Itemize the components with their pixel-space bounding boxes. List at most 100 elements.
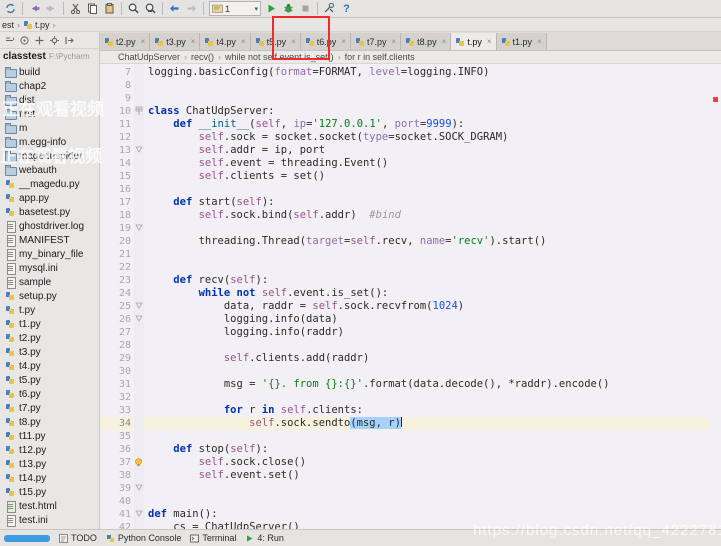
tree-item-t4-py[interactable]: t4.py (0, 359, 99, 373)
code-line[interactable]: def __init__(self, ip='127.0.0.1', port=… (144, 118, 710, 131)
close-icon[interactable]: × (487, 37, 492, 46)
code-line[interactable] (144, 495, 710, 508)
code-line[interactable]: msg = '{}. from {}:{}'.format(data.decod… (144, 378, 710, 391)
tree-item-t5-py[interactable]: t5.py (0, 373, 99, 387)
status-item-4-run[interactable]: 4: Run (245, 533, 284, 543)
editor-tab-t6-py[interactable]: t6.py × (300, 33, 351, 50)
gear-icon[interactable] (48, 34, 61, 47)
code-line[interactable] (144, 92, 710, 105)
tree-item-chap2[interactable]: chap2 (0, 79, 99, 93)
collapse-icon[interactable] (3, 34, 16, 47)
project-tree[interactable]: build chap2 dist first m m.egg-info mageduspid… (0, 64, 99, 529)
run-configuration-selector[interactable]: 1 ▾ (209, 1, 261, 16)
editor-tab-t2-py[interactable]: t2.py × (100, 33, 151, 50)
code-line[interactable] (144, 482, 710, 495)
tree-item-app-py[interactable]: app.py (0, 191, 99, 205)
editor-tab-t4-py[interactable]: t4.py × (200, 33, 251, 50)
tree-item-test-ini[interactable]: test.ini (0, 513, 99, 527)
tree-item-webauth[interactable]: webauth (0, 163, 99, 177)
close-icon[interactable]: × (291, 37, 296, 46)
code-line[interactable]: def recv(self): (144, 274, 710, 287)
breadcrumb-project[interactable]: est (2, 20, 14, 30)
tree-item-t3-py[interactable]: t3.py (0, 345, 99, 359)
copy-icon[interactable] (84, 1, 101, 17)
code-line[interactable]: self.addr = ip, port (144, 144, 710, 157)
code-line[interactable]: data, raddr = self.sock.recvfrom(1024) (144, 300, 710, 313)
status-item-python-console[interactable]: Python Console (106, 533, 181, 543)
context-crumb[interactable]: while not self.event.is_set() (225, 52, 334, 62)
tree-item-t11-py[interactable]: t11.py (0, 429, 99, 443)
code-line[interactable] (144, 248, 710, 261)
tree-item-m-egg-info[interactable]: m.egg-info (0, 135, 99, 149)
redo-icon[interactable] (43, 1, 60, 17)
code-line[interactable]: self.sock.sendto(msg, r) (144, 417, 710, 430)
code-line[interactable] (144, 430, 710, 443)
code-line[interactable]: cs = ChatUdpServer() (144, 521, 710, 529)
editor-tab-t7-py[interactable]: t7.py × (350, 33, 402, 50)
fold-marker-def[interactable] (135, 482, 143, 495)
code-line[interactable]: self.sock = socket.socket(type=socket.SO… (144, 131, 710, 144)
close-icon[interactable]: × (241, 37, 246, 46)
code-line[interactable]: logging.basicConfig(format=FORMAT, level… (144, 66, 710, 79)
code-line[interactable]: logging.info(raddr) (144, 326, 710, 339)
close-icon[interactable]: × (391, 37, 396, 46)
tree-item-t15-py[interactable]: t15.py (0, 485, 99, 499)
code-line[interactable] (144, 391, 710, 404)
code-editor[interactable]: 7 8 9 10 11 12 13 14 15 16 17 18 19 20 21 22 23 24 25 26 27 2… (100, 64, 721, 529)
tree-item-m[interactable]: m (0, 121, 99, 135)
search-replace-icon[interactable] (142, 1, 159, 17)
sync-icon[interactable] (2, 1, 19, 17)
code-line[interactable]: self.sock.close() (144, 456, 710, 469)
tree-item-sample[interactable]: sample (0, 275, 99, 289)
code-line[interactable]: while not self.event.is_set(): (144, 287, 710, 300)
code-line[interactable] (144, 183, 710, 196)
status-item-terminal[interactable]: Terminal (190, 533, 236, 543)
fold-marker-class[interactable] (135, 105, 143, 118)
tree-item-t8-py[interactable]: t8.py (0, 415, 99, 429)
close-icon[interactable]: × (141, 37, 146, 46)
stop-button[interactable] (297, 1, 314, 17)
context-crumb[interactable]: for r in self.clients (345, 52, 415, 62)
code-line[interactable]: self.event.set() (144, 469, 710, 482)
code-line[interactable] (144, 79, 710, 92)
code-line[interactable]: self.event = threading.Event() (144, 157, 710, 170)
code-line[interactable]: class ChatUdpServer: (144, 105, 710, 118)
editor-tab-t1-py[interactable]: t1.py × (496, 33, 547, 50)
tree-item-t12-py[interactable]: t12.py (0, 443, 99, 457)
fold-marker-def[interactable] (135, 300, 143, 313)
undo-icon[interactable] (26, 1, 43, 17)
close-icon[interactable]: × (191, 37, 196, 46)
code-line[interactable]: threading.Thread(target=self.recv, name=… (144, 235, 710, 248)
tree-item--magedu-py[interactable]: __magedu.py (0, 177, 99, 191)
status-item-todo[interactable]: TODO (59, 533, 97, 543)
editor-marker-strip[interactable] (710, 64, 721, 529)
debug-button[interactable] (280, 1, 297, 17)
tree-item-first[interactable]: first (0, 107, 99, 121)
code-line[interactable] (144, 222, 710, 235)
tree-item-t7-py[interactable]: t7.py (0, 401, 99, 415)
back-icon[interactable] (166, 1, 183, 17)
tree-item-t13-py[interactable]: t13.py (0, 457, 99, 471)
fold-marker-def[interactable] (135, 144, 143, 157)
help-button[interactable]: ? (338, 1, 355, 17)
chevron-down-icon[interactable]: ▾ (250, 5, 258, 13)
tree-item-t2-py[interactable]: t2.py (0, 331, 99, 345)
close-icon[interactable]: × (537, 37, 542, 46)
code-text[interactable]: logging.basicConfig(format=FORMAT, level… (144, 64, 710, 529)
tree-item-t6-py[interactable]: t6.py (0, 387, 99, 401)
intention-bulb-icon[interactable] (134, 458, 143, 467)
code-line[interactable]: self.clients = set() (144, 170, 710, 183)
breadcrumb-file[interactable]: t.py (23, 20, 50, 30)
close-icon[interactable]: × (442, 37, 447, 46)
editor-tab-t8-py[interactable]: t8.py × (401, 33, 452, 50)
fold-marker-def[interactable] (135, 508, 143, 521)
code-line[interactable]: for r in self.clients: (144, 404, 710, 417)
target-icon[interactable] (18, 34, 31, 47)
tree-item-setup-py[interactable]: setup.py (0, 289, 99, 303)
code-line[interactable]: def stop(self): (144, 443, 710, 456)
context-crumb[interactable]: recv() (191, 52, 214, 62)
code-line[interactable]: def main(): (144, 508, 710, 521)
code-line[interactable]: logging.info(data) (144, 313, 710, 326)
code-line[interactable] (144, 365, 710, 378)
tree-item-build[interactable]: build (0, 65, 99, 79)
